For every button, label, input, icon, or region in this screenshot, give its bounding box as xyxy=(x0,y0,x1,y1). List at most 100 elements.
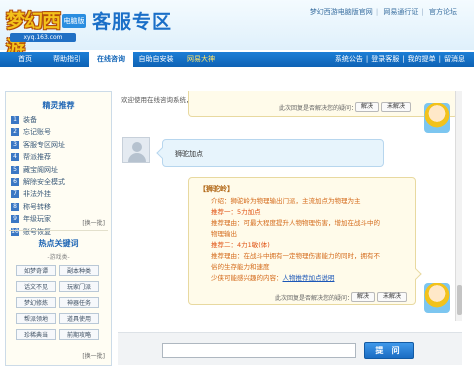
user-message-text: 狮驼加点 xyxy=(175,150,203,158)
answer-line: 介绍：狮驼岭为物理输出门派，主流加点为物理为主 xyxy=(211,197,361,205)
resolved-button[interactable]: 解决 xyxy=(355,102,380,112)
recommend-item[interactable]: 10 账号恢复 xyxy=(11,226,107,238)
item-number: 1 xyxy=(11,116,19,124)
logo-url: xyq.163.com xyxy=(10,33,76,42)
item-number: 3 xyxy=(11,140,19,149)
top-link-official-site[interactable]: 梦幻西游电脑版官网 xyxy=(307,8,376,16)
item-number: 7 xyxy=(11,190,19,199)
recommend-item-label: 客服专区网址 xyxy=(23,140,65,149)
nav-link-my-tickets[interactable]: 我的提单 xyxy=(405,55,439,63)
answer-line: 俗的生存能力和速度 xyxy=(211,263,270,271)
feedback-question: 此次回复是否解决您的疑问： xyxy=(275,295,354,302)
recommend-item-label: 帮派推荐 xyxy=(23,153,51,162)
nav-item-online-consult[interactable]: 在线咨询 xyxy=(89,52,133,67)
keyword-button[interactable]: 副本种类 xyxy=(59,265,99,276)
keyword-button[interactable]: 珍稀典当 xyxy=(16,329,56,340)
card-tail xyxy=(410,268,422,280)
top-link-forum[interactable]: 官方论坛 xyxy=(426,8,460,16)
question-input[interactable] xyxy=(162,343,356,358)
answer-more-prefix: 少侠可能感兴趣的内容： xyxy=(211,274,283,282)
keyword-button[interactable]: 前期攻略 xyxy=(59,329,99,340)
keyword-grid: 如梦奇谭 副本种类 话文不见 玩家门派 梦幻修炼 神器任务 帮派领地 道具使用 珍稀典当… xyxy=(16,265,106,345)
recommend-item[interactable]: 6 解除安全模式 xyxy=(11,176,107,188)
feedback-question: 此次回复是否解决您的疑问： xyxy=(279,105,358,112)
user-avatar xyxy=(122,137,150,163)
resolved-button[interactable]: 解决 xyxy=(351,292,376,302)
nav-link-leave-message[interactable]: 留消息 xyxy=(441,55,468,63)
recommend-item[interactable]: 2 忘记账号 xyxy=(11,126,107,138)
recommend-item-label: 账号恢复 xyxy=(23,227,51,236)
user-avatar-body xyxy=(128,153,146,162)
answer-line: 推荐二：4力1敏(体) xyxy=(211,241,270,249)
scrollbar-thumb[interactable] xyxy=(457,285,462,315)
item-number: 6 xyxy=(11,177,19,186)
answer-line: 推荐理由：在战斗中拥有一定物理伤害能力的同时，拥有不 xyxy=(211,252,380,260)
recommend-item[interactable]: 4 帮派推荐 xyxy=(11,151,107,163)
recommend-item-label: 装备 xyxy=(23,116,37,124)
recommend-item[interactable]: 3 客服专区网址 xyxy=(11,139,107,151)
recommend-item[interactable]: 1 装备 xyxy=(11,114,107,126)
nav-right-links: 系统公告 | 登录客服 | 我的提单 | 留消息 xyxy=(332,52,468,67)
assistant-avatar xyxy=(424,283,450,313)
top-link-passport[interactable]: 网易通行证 xyxy=(380,8,421,16)
main-nav: 首页 帮助指引 在线咨询 自助自安装 网易大神 系统公告 | 登录客服 | 我的提单 | 留… xyxy=(0,52,474,67)
hot-keywords-title: 热点关键词 xyxy=(38,239,79,248)
item-number: 2 xyxy=(11,128,19,137)
swap-keywords-button[interactable]: [换一批] xyxy=(82,351,105,360)
bubble-tail xyxy=(156,147,168,159)
answer-more-link[interactable]: 人物推荐加点说明 xyxy=(283,274,335,282)
answer-card: 【狮驼岭】 介绍：狮驼岭为物理输出门派，主流加点为物理为主 推荐一：5力加点 推… xyxy=(188,177,422,305)
item-number: 4 xyxy=(11,153,19,162)
recommend-item[interactable]: 7 非法外挂 xyxy=(11,188,107,200)
nav-link-announcements[interactable]: 系统公告 xyxy=(332,55,366,63)
item-number: 8 xyxy=(11,202,19,211)
logo-tag: 电脑版 xyxy=(62,14,86,28)
site-header: 梦幻西游 电脑版 xyq.163.com 客服专区 梦幻西游电脑版官网 | 网易通… xyxy=(0,0,474,59)
previous-answer-card: 此次回复是否解决您的疑问： 解决 未解决 xyxy=(188,91,458,117)
nav-item-home[interactable]: 首页 xyxy=(5,52,45,67)
keyword-button[interactable]: 玩家门派 xyxy=(59,281,99,292)
user-avatar-head xyxy=(132,142,142,152)
chat-panel: 欢迎使用在线咨询系统，请您在下方输入提问内容。 此次回复是否解决您的疑问： 解决… xyxy=(118,91,462,321)
recommend-item-label: 藏宝阁网址 xyxy=(23,165,58,174)
keyword-button[interactable]: 话文不见 xyxy=(16,281,56,292)
recommend-item-label: 解除安全模式 xyxy=(23,177,65,186)
user-message-bubble: 狮驼加点 xyxy=(156,139,384,167)
recommend-item-label: 忘记账号 xyxy=(23,128,51,137)
nav-item-help[interactable]: 帮助指引 xyxy=(45,52,89,67)
recommend-item-label: 称号转移 xyxy=(23,202,51,211)
answer-body: 介绍：狮驼岭为物理输出门派，主流加点为物理为主 推荐一：5力加点 推荐理由：可最… xyxy=(211,196,411,284)
unresolved-button[interactable]: 未解决 xyxy=(381,102,412,112)
page-title: 客服专区 xyxy=(92,11,173,33)
keyword-button[interactable]: 帮派领地 xyxy=(16,313,56,324)
swap-recommend-button[interactable]: [换一批] xyxy=(82,218,105,227)
question-input-bar: 提 问 xyxy=(118,332,462,365)
item-number: 5 xyxy=(11,165,19,174)
keyword-button[interactable]: 神器任务 xyxy=(59,297,99,308)
item-number: 10 xyxy=(11,227,19,236)
left-sidebar: 精灵推荐 1 装备 2 忘记账号 3 客服专区网址 4 帮派推荐 5 藏宝阁网址 6 解除安… xyxy=(5,91,112,366)
answer-more: 少侠可能感兴趣的内容：人物推荐加点说明 xyxy=(211,273,411,284)
recommend-item-label: 非法外挂 xyxy=(23,190,51,199)
unresolved-button[interactable]: 未解决 xyxy=(377,292,408,302)
assistant-avatar xyxy=(424,103,450,133)
divider: | xyxy=(375,8,379,16)
keyword-button[interactable]: 如梦奇谭 xyxy=(16,265,56,276)
keyword-button[interactable]: 道具使用 xyxy=(59,313,99,324)
answer-line: 推荐理由：可最大程度提升人物物理伤害，增加在战斗中的 xyxy=(211,219,380,227)
answer-title: 【狮驼岭】 xyxy=(199,185,234,193)
keyword-button[interactable]: 梦幻修炼 xyxy=(16,297,56,308)
divider: | xyxy=(421,8,424,16)
recommend-item[interactable]: 8 称号转移 xyxy=(11,201,107,213)
game-logo[interactable]: 梦幻西游 电脑版 xyq.163.com xyxy=(6,4,88,59)
ask-button[interactable]: 提 问 xyxy=(364,342,414,359)
top-links: 梦幻西游电脑版官网 | 网易通行证 | 官方论坛 xyxy=(307,7,460,17)
nav-item-self-service[interactable]: 自助自安装 xyxy=(133,52,179,67)
recommend-title: 精灵推荐 xyxy=(42,101,75,110)
nav-item-dashen[interactable]: 网易大神 xyxy=(179,52,223,67)
nav-link-login[interactable]: 登录客服 xyxy=(368,55,402,63)
chat-scrollbar[interactable] xyxy=(455,91,462,321)
divider xyxy=(9,230,108,231)
recommend-item[interactable]: 5 藏宝阁网址 xyxy=(11,164,107,176)
answer-line: 物理输出 xyxy=(211,230,237,238)
